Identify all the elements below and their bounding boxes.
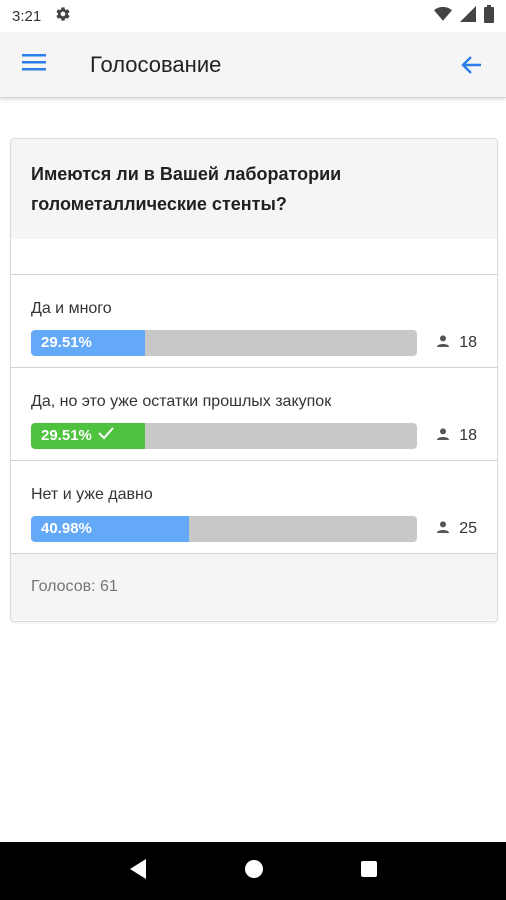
menu-icon[interactable]	[22, 52, 46, 77]
person-icon	[435, 426, 451, 447]
app-bar: Голосование	[0, 32, 506, 98]
option-percent: 40.98%	[41, 520, 92, 537]
vote-count-value: 18	[459, 334, 477, 351]
settings-gear-icon	[55, 6, 71, 26]
option-percent: 29.51%	[41, 334, 92, 351]
person-icon	[435, 519, 451, 540]
option-label: Нет и уже давно	[31, 486, 153, 503]
vote-count-value: 18	[459, 427, 477, 444]
back-triangle-icon[interactable]	[128, 858, 148, 885]
signal-icon	[460, 6, 476, 26]
option-progress-bar: 29.51%	[31, 330, 417, 356]
vote-count: 18	[435, 331, 477, 355]
recents-square-icon[interactable]	[360, 860, 378, 883]
poll-footer: Голосов: 61	[11, 554, 497, 620]
divider	[11, 239, 497, 275]
poll-option[interactable]: Да, но это уже остатки прошлых закупок 2…	[11, 368, 497, 461]
poll-option[interactable]: Нет и уже давно 40.98% 25	[11, 461, 497, 554]
home-circle-icon[interactable]	[244, 859, 264, 884]
option-label: Да и много	[31, 300, 112, 317]
person-icon	[435, 333, 451, 354]
vote-count: 25	[435, 517, 477, 541]
wifi-icon	[434, 6, 452, 26]
poll-question: Имеются ли в Вашей лаборатории голометал…	[11, 139, 497, 239]
vote-count: 18	[435, 424, 477, 448]
option-percent: 29.51%	[41, 427, 92, 444]
system-nav-bar	[0, 842, 506, 900]
back-arrow-icon[interactable]	[460, 53, 484, 77]
option-progress-bar: 29.51%	[31, 423, 417, 449]
check-icon	[98, 423, 114, 449]
vote-count-value: 25	[459, 520, 477, 537]
option-label: Да, но это уже остатки прошлых закупок	[31, 393, 332, 410]
status-bar: 3:21	[0, 0, 506, 32]
poll-option[interactable]: Да и много 29.51% 18	[11, 275, 497, 368]
status-time: 3:21	[12, 7, 42, 25]
total-votes: Голосов: 61	[31, 578, 118, 595]
poll-card: Имеются ли в Вашей лаборатории голометал…	[10, 138, 498, 622]
option-progress-bar: 40.98%	[31, 516, 417, 542]
battery-icon	[484, 5, 494, 27]
page-title: Голосование	[90, 51, 222, 77]
